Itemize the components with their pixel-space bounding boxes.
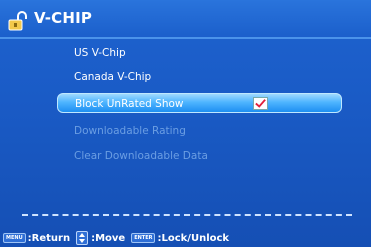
page-title: V-CHIP [34, 9, 93, 27]
lock-hint: :Lock/Unlock [157, 232, 230, 244]
vchip-screen: V-CHIP US V-Chip Canada V-Chip Block UnR… [0, 0, 371, 247]
menu-item-canada-vchip[interactable]: Canada V-Chip [57, 67, 342, 87]
menu-item-us-vchip[interactable]: US V-Chip [57, 43, 342, 63]
move-hint: :Move [91, 232, 126, 244]
return-hint: :Return [27, 232, 71, 244]
menu-item-downloadable-rating: Downloadable Rating [74, 125, 186, 137]
footer-hints: MENU :Return :Move ENTER :Lock/Unlock [3, 231, 229, 245]
menu-item-clear-downloadable-data: Clear Downloadable Data [74, 150, 208, 162]
menu-item-block-unrated[interactable]: Block UnRated Show [57, 93, 342, 113]
enter-key-icon: ENTER [131, 233, 156, 243]
title-bar: V-CHIP [0, 0, 371, 39]
menu-key-icon: MENU [3, 233, 26, 243]
checkbox-checked-icon[interactable] [253, 97, 268, 110]
footer-divider [22, 214, 352, 217]
up-down-arrows-icon [76, 231, 89, 245]
unlocked-padlock-icon [8, 11, 27, 31]
menu-item-label: Block UnRated Show [75, 98, 184, 110]
